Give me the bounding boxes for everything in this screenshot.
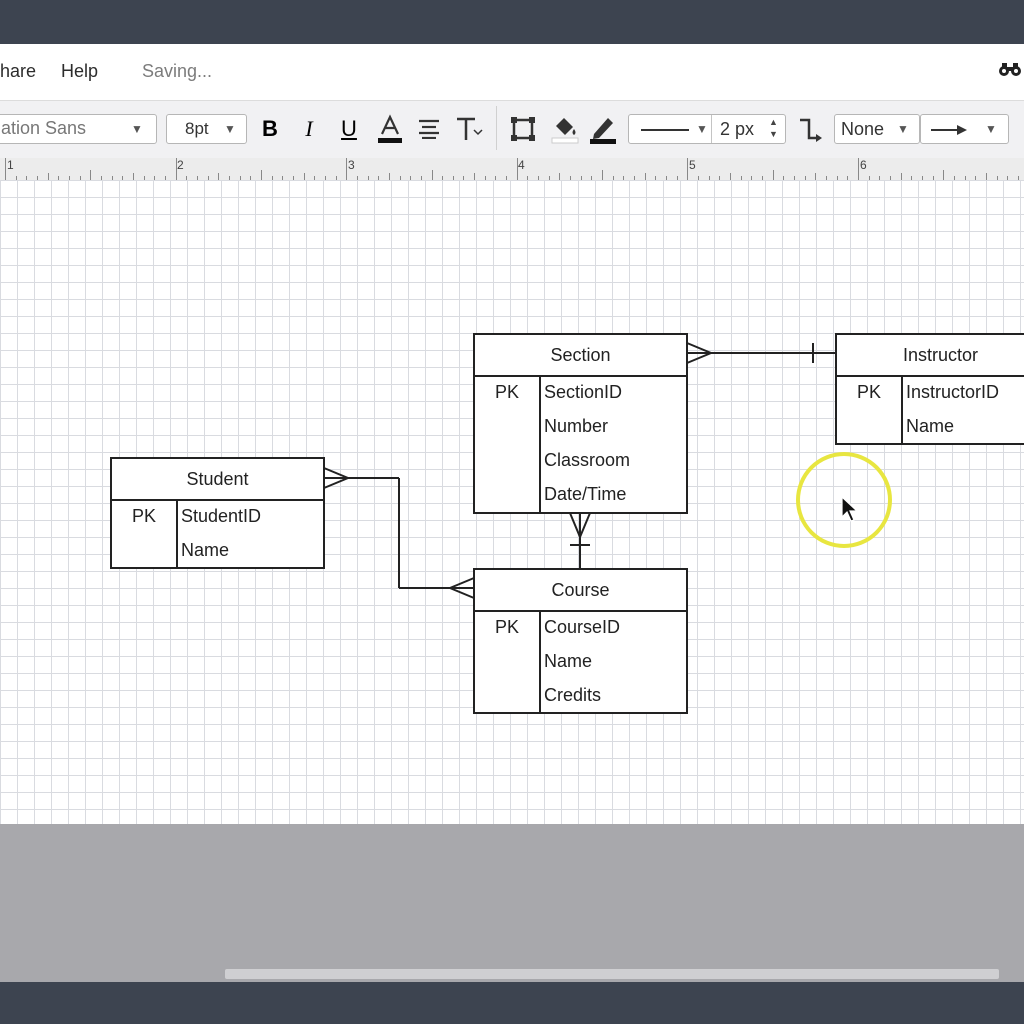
attribute: InstructorID (906, 382, 1000, 402)
pk-label: PK (131, 506, 156, 526)
entity-course[interactable]: Course PK CourseID Name Credits (473, 568, 688, 714)
attribute: Number (544, 416, 609, 436)
attribute: CourseID (544, 617, 621, 637)
pk-label: PK (494, 617, 519, 637)
entity-title: Course (475, 570, 686, 612)
mouse-pointer-icon (841, 496, 859, 522)
attribute: Date/Time (544, 484, 627, 504)
canvas-background (0, 824, 1024, 968)
entity-title: Section (475, 335, 686, 377)
entity-instructor[interactable]: Instructor PK InstructorID Name (835, 333, 1024, 445)
attribute: Credits (544, 685, 602, 705)
attribute: StudentID (181, 506, 262, 526)
attribute: Classroom (544, 450, 631, 470)
attribute: Name (906, 416, 955, 436)
entity-section[interactable]: Section PK SectionID Number Classroom Da… (473, 333, 688, 514)
attribute: Name (544, 651, 593, 671)
status-bar (0, 982, 1024, 1024)
attribute: SectionID (544, 382, 623, 402)
entity-title: Student (112, 459, 323, 501)
pk-label: PK (494, 382, 519, 402)
pk-label: PK (856, 382, 881, 402)
entity-student[interactable]: Student PK StudentID Name (110, 457, 325, 569)
entity-title: Instructor (837, 335, 1024, 377)
attribute: Name (181, 540, 230, 560)
horizontal-scrollbar[interactable] (225, 969, 999, 979)
